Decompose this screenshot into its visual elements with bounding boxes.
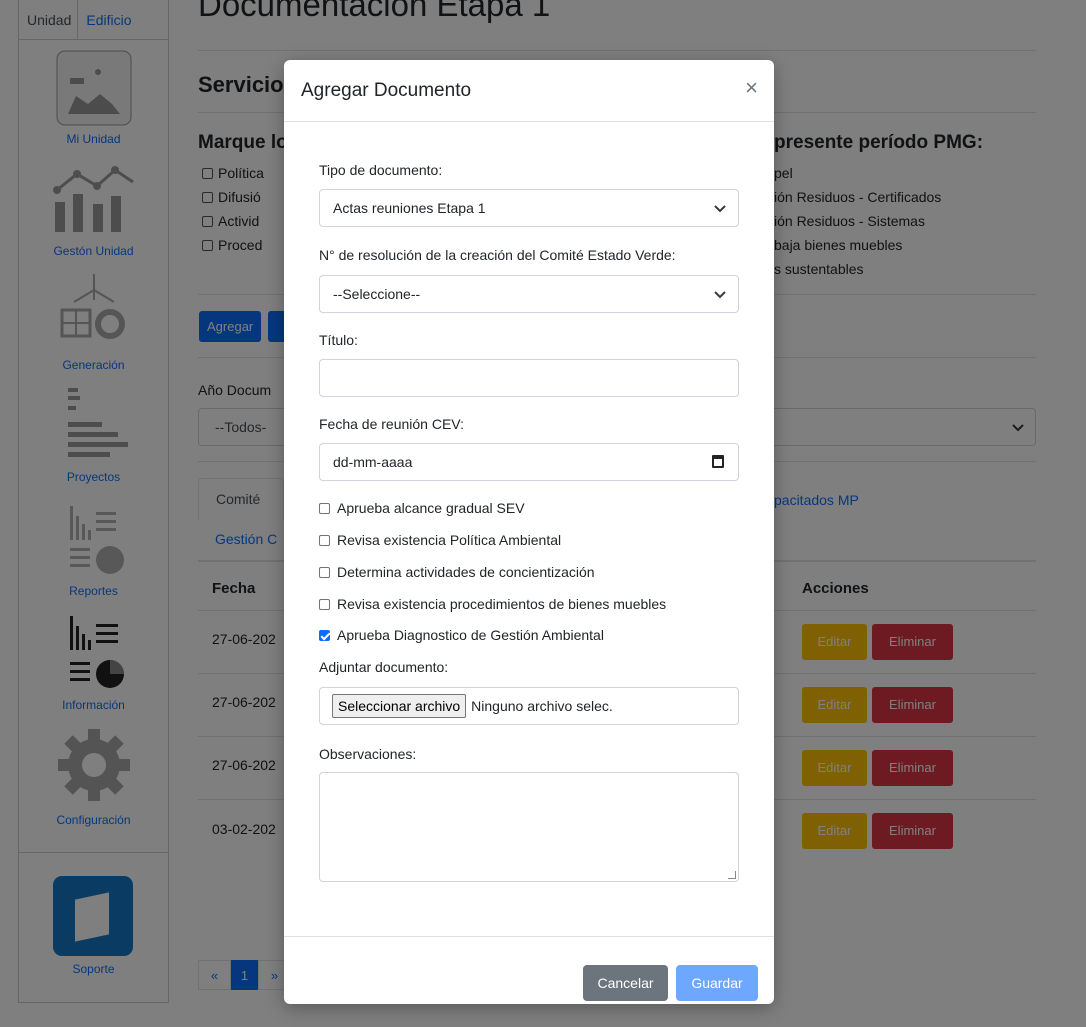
chevron-down-icon — [714, 291, 726, 299]
close-icon[interactable]: × — [745, 76, 758, 100]
checkbox[interactable] — [319, 566, 330, 578]
attach-label: Adjuntar documento: — [319, 659, 449, 675]
notes-label: Observaciones: — [319, 746, 417, 762]
resolution-value: --Seleccione-- — [333, 286, 421, 302]
checkbox-label: Revisa existencia Política Ambiental — [337, 532, 562, 548]
doc-type-label: Tipo de documento: — [319, 162, 443, 178]
save-button[interactable]: Guardar — [676, 965, 758, 1001]
resize-grip-icon[interactable] — [728, 871, 736, 879]
checkbox-label: Aprueba Diagnostico de Gestión Ambiental — [337, 627, 604, 643]
checkbox[interactable] — [319, 502, 330, 514]
date-input[interactable]: dd-mm-aaaa — [319, 443, 739, 481]
file-status: Ninguno archivo selec. — [471, 698, 613, 714]
add-document-modal: Agregar Documento × Tipo de documento: A… — [284, 60, 774, 1004]
date-label: Fecha de reunión CEV: — [319, 416, 465, 432]
title-label: Título: — [319, 332, 358, 348]
check-diagnostico[interactable]: Aprueba Diagnostico de Gestión Ambiental — [319, 627, 604, 643]
check-politica-ambiental[interactable]: Revisa existencia Política Ambiental — [319, 532, 561, 548]
check-bienes-muebles[interactable]: Revisa existencia procedimientos de bien… — [319, 596, 666, 612]
cancel-button[interactable]: Cancelar — [583, 965, 668, 1001]
checkbox-label: Determina actividades de concientización — [337, 564, 595, 580]
chevron-down-icon — [714, 205, 726, 213]
doc-type-value: Actas reuniones Etapa 1 — [333, 200, 486, 216]
checkbox-label: Aprueba alcance gradual SEV — [337, 500, 525, 516]
file-input[interactable]: Seleccionar archivo Ninguno archivo sele… — [319, 687, 739, 725]
notes-textarea[interactable] — [319, 772, 739, 882]
choose-file-button[interactable]: Seleccionar archivo — [332, 694, 467, 718]
date-value: dd-mm-aaaa — [333, 454, 413, 470]
checkbox[interactable] — [319, 534, 330, 546]
modal-header: Agregar Documento × — [284, 60, 774, 122]
resolution-label: N° de resolución de la creación del Comi… — [319, 247, 676, 263]
title-input[interactable] — [319, 359, 739, 397]
modal-title: Agregar Documento — [301, 80, 472, 101]
modal-footer: Cancelar Guardar — [284, 936, 774, 1004]
calendar-icon[interactable] — [712, 455, 724, 468]
checkbox[interactable] — [319, 598, 330, 610]
resolution-select[interactable]: --Seleccione-- — [319, 275, 739, 313]
check-concientizacion[interactable]: Determina actividades de concientización — [319, 564, 595, 580]
check-alcance-gradual[interactable]: Aprueba alcance gradual SEV — [319, 500, 525, 516]
doc-type-select[interactable]: Actas reuniones Etapa 1 — [319, 189, 739, 227]
checkbox-label: Revisa existencia procedimientos de bien… — [337, 596, 667, 612]
checkbox-checked[interactable] — [319, 629, 330, 641]
